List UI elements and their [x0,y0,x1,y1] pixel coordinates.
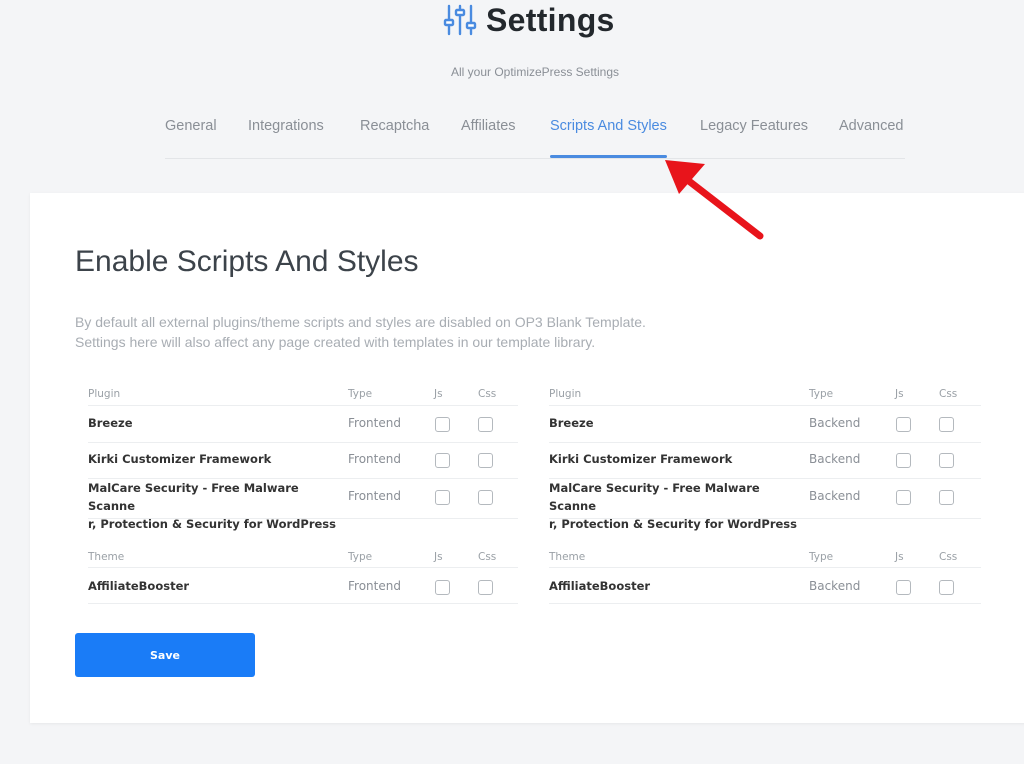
js-checkbox[interactable] [896,453,911,468]
css-checkbox[interactable] [939,453,954,468]
row-divider [549,442,981,443]
css-checkbox[interactable] [478,490,493,505]
header-js: Js [895,551,904,563]
header-css: Css [478,551,497,563]
tab-general[interactable]: General [165,118,217,158]
plugin-name: Kirki Customizer Framework [88,452,272,466]
row-divider [88,567,518,568]
page-title: Settings [486,1,615,38]
plugin-type: Frontend [348,489,401,503]
css-checkbox[interactable] [939,580,954,595]
plugin-name: Breeze [549,416,594,430]
js-checkbox[interactable] [435,417,450,432]
header-type: Type [348,551,373,563]
theme-name: AffiliateBooster [88,579,190,593]
row-divider [549,518,981,519]
description-line-2: Settings here will also affect any page … [75,334,596,350]
active-tab-underline [550,155,667,158]
header-type: Type [809,388,834,400]
plugin-type: Backend [809,416,861,430]
description-line-1: By default all external plugins/theme sc… [75,314,646,330]
settings-panel: Enable Scripts And Styles By default all… [30,193,1024,723]
plugin-name: MalCare Security - Free Malware Scanne r… [88,479,346,533]
page-subtitle: All your OptimizePress Settings [450,65,620,79]
header-js: Js [434,551,443,563]
js-checkbox[interactable] [896,580,911,595]
js-checkbox[interactable] [896,417,911,432]
row-divider [88,603,518,604]
js-checkbox[interactable] [896,490,911,505]
red-arrow-annotation [665,160,764,240]
plugin-name: MalCare Security - Free Malware Scanne r… [549,479,807,533]
frontend-table: Plugin Type Js Css Breeze Frontend Kirki… [88,383,528,613]
settings-tabs: General Integrations Recaptcha Affiliate… [165,118,905,159]
section-description: By default all external plugins/theme sc… [75,312,775,352]
section-title: Enable Scripts And Styles [75,245,419,278]
plugin-name-line-1: MalCare Security - Free Malware Scanne [549,481,760,513]
css-checkbox[interactable] [478,417,493,432]
js-checkbox[interactable] [435,490,450,505]
header-css: Css [939,551,958,563]
header-js: Js [434,388,443,400]
tab-scripts-and-styles[interactable]: Scripts And Styles [550,118,667,158]
css-checkbox[interactable] [939,417,954,432]
tab-recaptcha[interactable]: Recaptcha [360,118,429,158]
header-css: Css [939,388,958,400]
plugin-name-line-1: MalCare Security - Free Malware Scanne [88,481,299,513]
plugin-type: Backend [809,489,861,503]
save-button[interactable]: Save [75,633,255,677]
plugin-type: Frontend [348,452,401,466]
tab-advanced[interactable]: Advanced [839,118,904,158]
header-plugin: Plugin [88,388,121,400]
row-divider [88,442,518,443]
settings-header: Settings All your OptimizePress Settings… [0,0,1024,190]
plugin-type: Frontend [348,416,401,430]
js-checkbox[interactable] [435,580,450,595]
css-checkbox[interactable] [478,453,493,468]
header-theme: Theme [88,551,125,563]
theme-type: Backend [809,579,861,593]
plugin-name: Breeze [88,416,133,430]
header-type: Type [348,388,373,400]
header-plugin: Plugin [549,388,582,400]
row-divider [549,603,981,604]
tab-affiliates[interactable]: Affiliates [461,118,516,158]
header-type: Type [809,551,834,563]
js-checkbox[interactable] [435,453,450,468]
plugin-name: Kirki Customizer Framework [549,452,733,466]
title-wrap: Settings [442,0,615,40]
header-css: Css [478,388,497,400]
plugin-type: Backend [809,452,861,466]
theme-type: Frontend [348,579,401,593]
row-divider [88,405,518,406]
row-divider [549,405,981,406]
row-divider [88,518,518,519]
css-checkbox[interactable] [478,580,493,595]
backend-table: Plugin Type Js Css Breeze Backend Kirki … [549,383,989,613]
theme-name: AffiliateBooster [549,579,651,593]
header-js: Js [895,388,904,400]
sliders-icon [443,4,477,36]
row-divider [549,567,981,568]
css-checkbox[interactable] [939,490,954,505]
header-theme: Theme [549,551,586,563]
tab-integrations[interactable]: Integrations [248,118,324,158]
